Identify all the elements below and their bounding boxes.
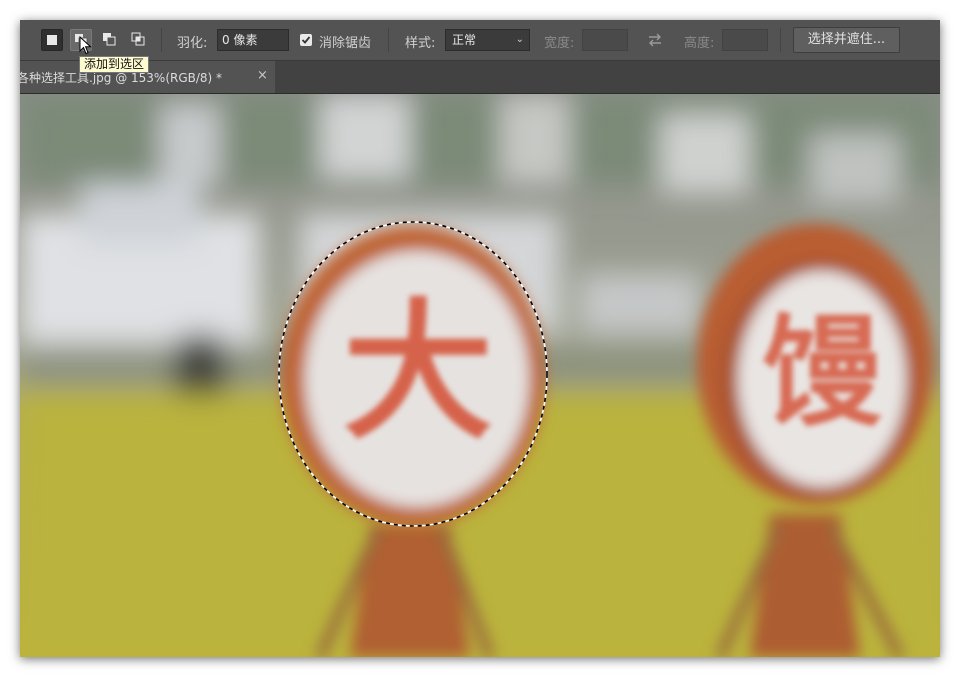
document-canvas[interactable]: 馒 大 bbox=[20, 94, 940, 657]
new-selection-icon bbox=[47, 35, 57, 45]
intersect-with-selection-button[interactable] bbox=[128, 29, 150, 51]
options-bar: 羽化: 0 像素 消除锯齿 样式: 正常 ⌄ 宽度: 高度: 选择并遮住... bbox=[20, 20, 940, 61]
antialias-checkbox[interactable] bbox=[300, 34, 312, 46]
left-sign-character: 大 bbox=[343, 286, 493, 460]
close-icon[interactable]: × bbox=[257, 68, 268, 83]
style-label: 样式: bbox=[405, 36, 436, 51]
photoshop-window: 羽化: 0 像素 消除锯齿 样式: 正常 ⌄ 宽度: 高度: 选择并遮住... … bbox=[20, 20, 940, 657]
document-tab-bar: 各种选择工具.jpg @ 153%(RGB/8) * × bbox=[20, 61, 940, 94]
width-label: 宽度: bbox=[544, 36, 575, 51]
height-input[interactable] bbox=[722, 29, 768, 51]
divider bbox=[780, 28, 781, 52]
tooltip: 添加到选区 bbox=[79, 56, 150, 73]
feather-input[interactable]: 0 像素 bbox=[217, 29, 289, 51]
width-input[interactable] bbox=[582, 29, 628, 51]
select-and-mask-button[interactable]: 选择并遮住... bbox=[793, 27, 900, 53]
divider bbox=[161, 28, 162, 52]
photo: 馒 大 bbox=[20, 94, 940, 657]
checkmark-icon bbox=[301, 36, 311, 44]
antialias-label: 消除锯齿 bbox=[319, 36, 372, 51]
style-select-value: 正常 bbox=[452, 33, 477, 47]
chevron-down-icon: ⌄ bbox=[515, 34, 524, 45]
style-select[interactable]: 正常 ⌄ bbox=[445, 29, 530, 51]
subtract-from-selection-icon bbox=[103, 33, 116, 46]
mouse-pointer-icon bbox=[79, 36, 92, 55]
intersect-selection-icon bbox=[131, 32, 145, 46]
right-sign-character: 馒 bbox=[762, 304, 883, 443]
height-label: 高度: bbox=[684, 36, 715, 51]
subtract-from-selection-button[interactable] bbox=[99, 29, 121, 51]
swap-icon[interactable] bbox=[646, 32, 664, 48]
divider bbox=[388, 28, 389, 52]
feather-label: 羽化: bbox=[177, 36, 208, 51]
new-selection-button[interactable] bbox=[41, 29, 63, 51]
